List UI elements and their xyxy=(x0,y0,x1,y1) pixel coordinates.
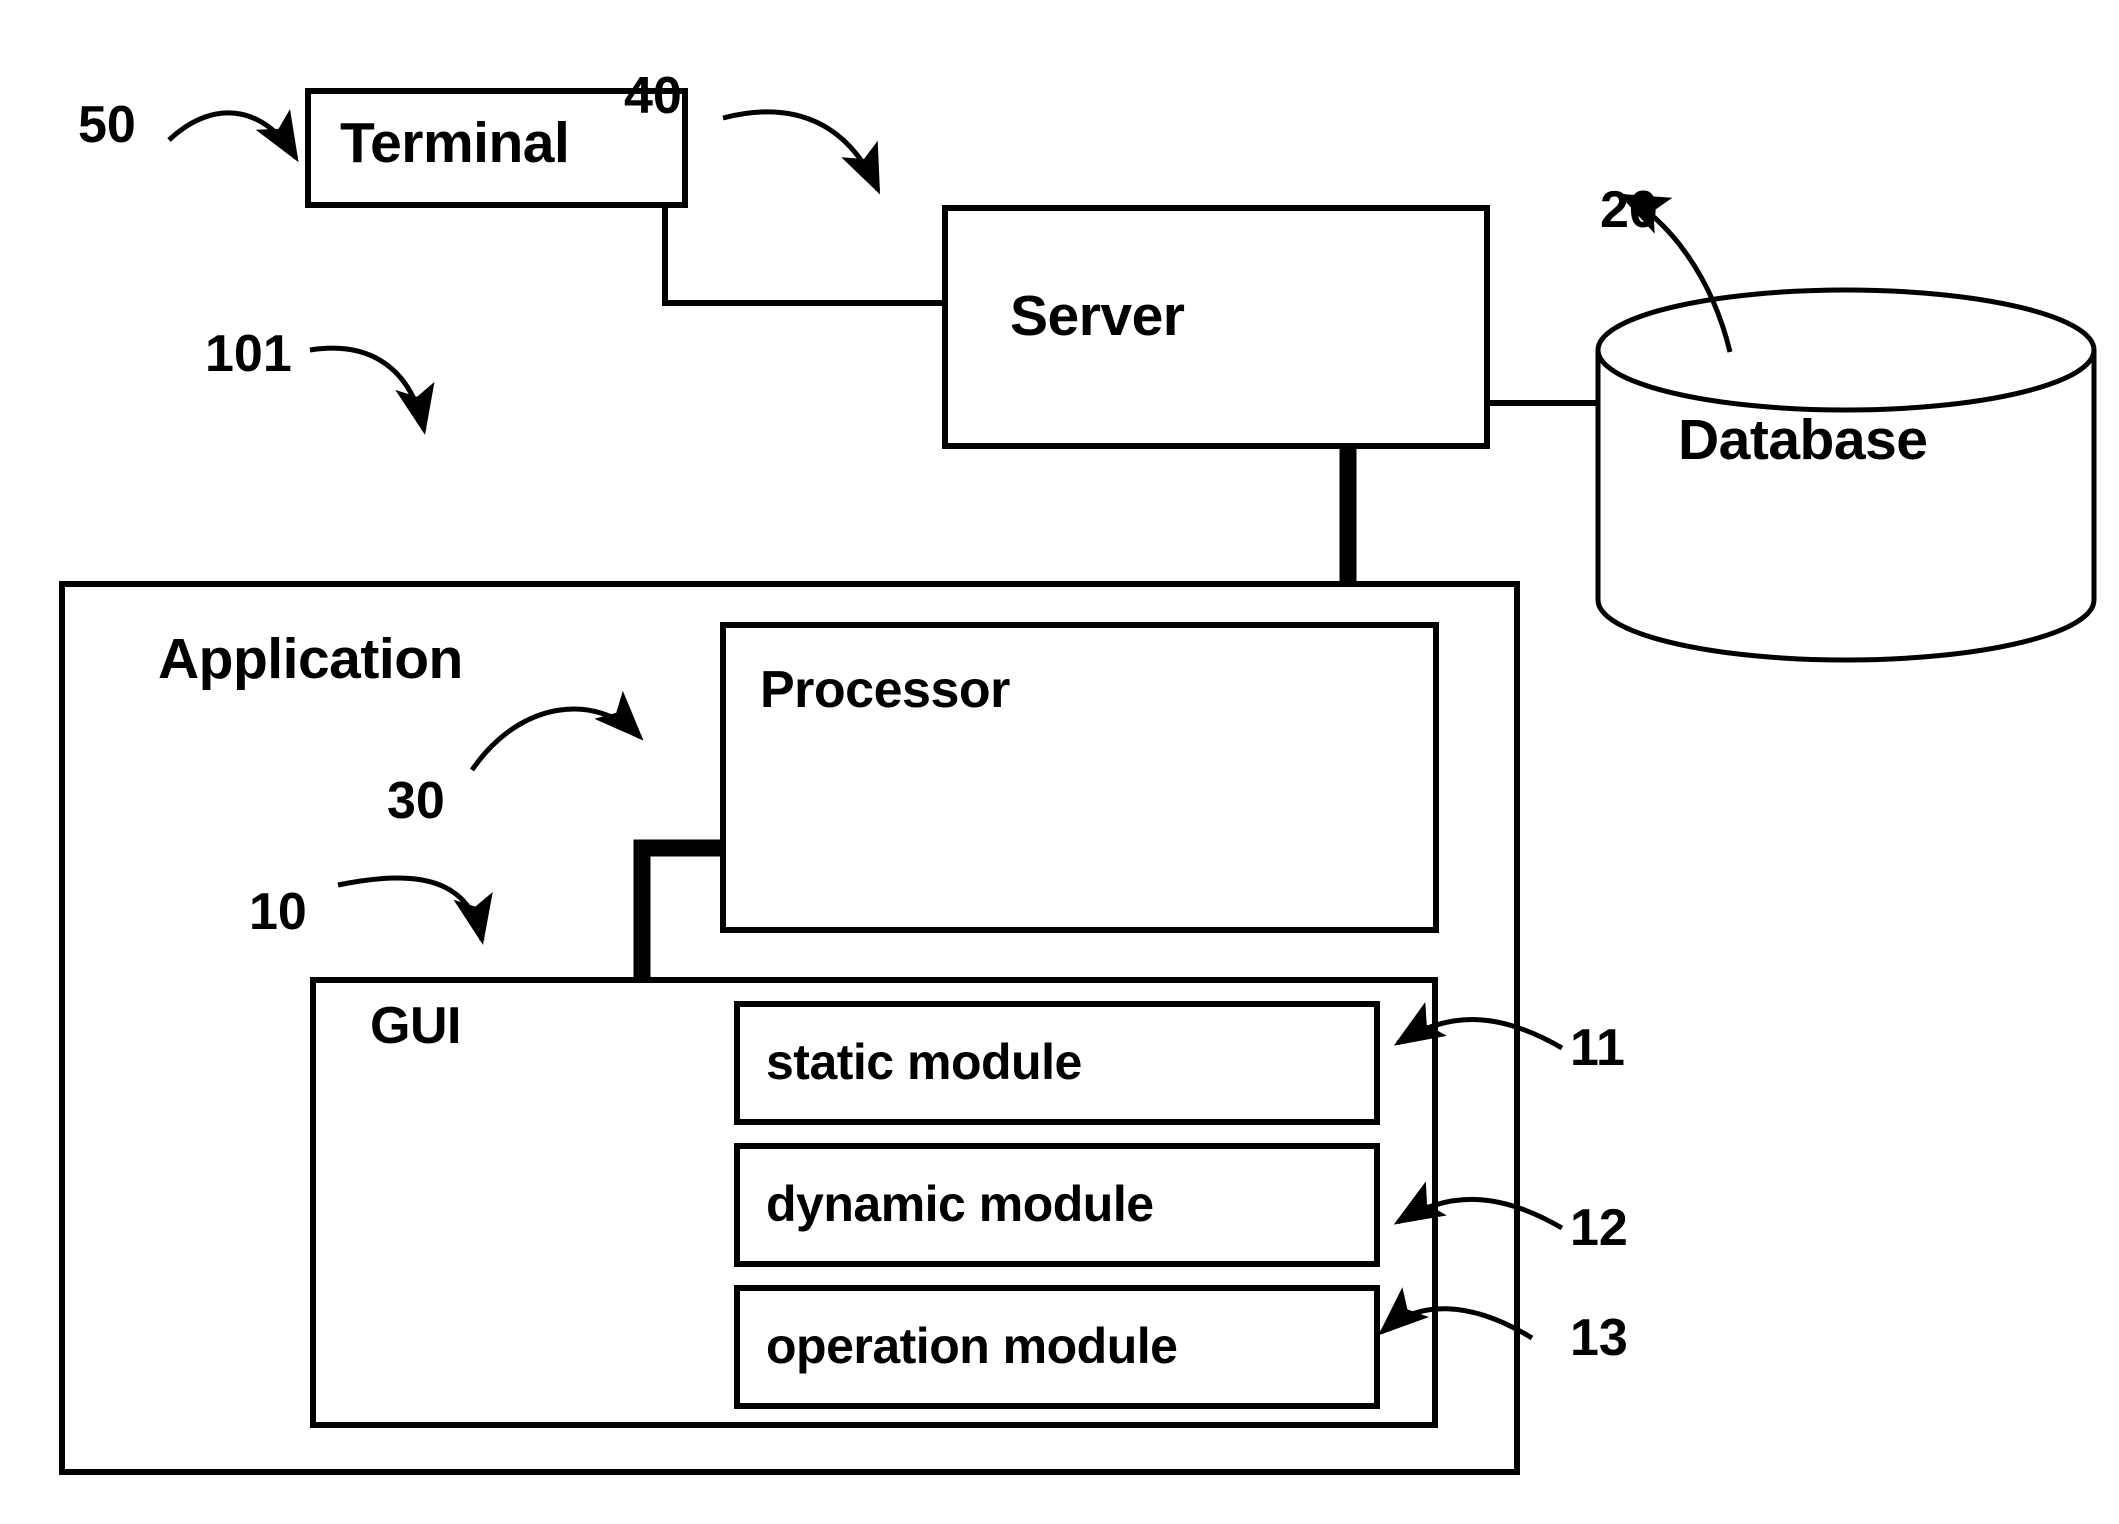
leader-arrow-40 xyxy=(722,109,881,195)
gui-label: GUI xyxy=(370,997,461,1055)
database-cylinder xyxy=(1595,287,2097,663)
leader-arrow-101 xyxy=(309,345,435,435)
leader-arrow-11 xyxy=(1393,1002,1564,1051)
database-label: Database xyxy=(1678,408,1928,472)
operation-module-label: operation module xyxy=(766,1318,1178,1374)
ref-numeral-30: 30 xyxy=(387,772,445,830)
static-module-label: static module xyxy=(766,1034,1082,1090)
application-label: Application xyxy=(158,627,463,691)
ref-numeral-101: 101 xyxy=(205,325,292,383)
leader-arrow-30 xyxy=(469,690,644,772)
ref-numeral-10: 10 xyxy=(249,883,307,941)
leader-arrow-50 xyxy=(167,109,299,163)
diagram-vector-layer xyxy=(59,88,2097,1475)
dynamic-module-label: dynamic module xyxy=(766,1176,1154,1232)
ref-numeral-20: 20 xyxy=(1600,181,1658,239)
ref-numeral-11: 11 xyxy=(1570,1019,1625,1077)
ref-numeral-50: 50 xyxy=(78,96,136,154)
server-label: Server xyxy=(1010,284,1185,348)
terminal-label: Terminal xyxy=(340,111,570,175)
ref-numeral-12: 12 xyxy=(1570,1199,1628,1257)
connector-terminal-to-server xyxy=(662,205,945,306)
processor-label: Processor xyxy=(760,661,1010,719)
leader-arrow-13 xyxy=(1378,1287,1534,1341)
connector-gui-to-processor xyxy=(633,839,723,980)
leader-arrow-10 xyxy=(337,875,493,945)
ref-numeral-13: 13 xyxy=(1570,1309,1628,1367)
ref-numeral-40: 40 xyxy=(624,67,682,125)
diagram-canvas: 50 Terminal 40 Server 20 Database 101 Ap… xyxy=(0,0,2119,1524)
leader-arrow-12 xyxy=(1393,1181,1564,1231)
